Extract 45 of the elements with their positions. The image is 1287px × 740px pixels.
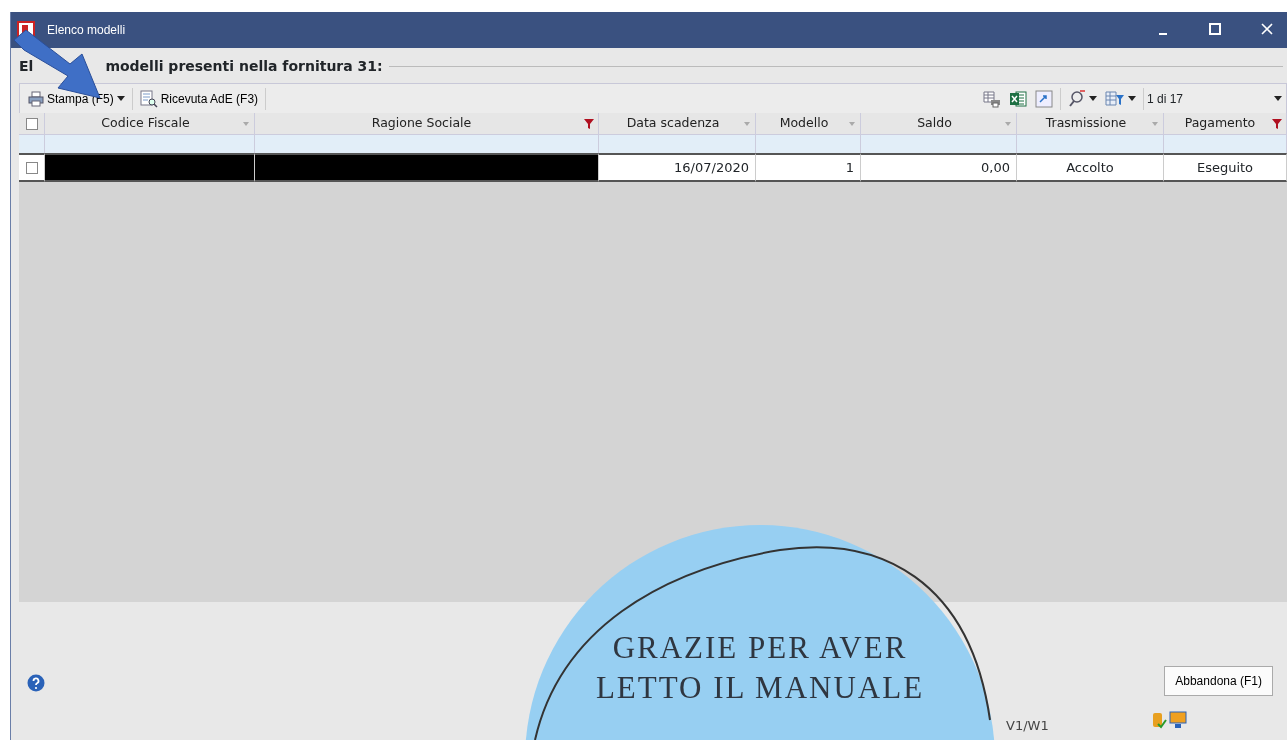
close-icon xyxy=(1261,22,1273,35)
page-indicator: 1 di 17 xyxy=(1147,90,1185,108)
table-cell: Accolto xyxy=(1017,153,1164,182)
overlay-text: GRAZIE PER AVER LETTO IL MANUALE xyxy=(594,629,926,707)
filter-cell[interactable] xyxy=(1017,135,1164,153)
checkbox[interactable] xyxy=(25,161,38,174)
column-header[interactable]: Trasmissione xyxy=(1017,113,1164,135)
status-icons-drawing xyxy=(1151,710,1187,730)
table-cell: Eseguito xyxy=(1164,153,1287,182)
cancel-button[interactable]: Abbandona (F1) xyxy=(1164,666,1273,696)
table-cell: 1 xyxy=(756,153,861,182)
filter-cell[interactable] xyxy=(861,135,1017,153)
column-header[interactable]: Codice Fiscale xyxy=(45,113,255,135)
document-magnifier-icon xyxy=(139,89,158,108)
table-cell: 16/07/2020 xyxy=(599,153,756,182)
toolbar-button[interactable]: Ricevuta AdE (F3) xyxy=(135,87,263,110)
search-icon xyxy=(1068,89,1086,108)
export-window-icon xyxy=(1035,89,1053,108)
column-header[interactable]: Saldo xyxy=(861,113,1017,135)
column-header[interactable]: Modello xyxy=(756,113,861,135)
group-title: modelli presenti nella fornitura 31: xyxy=(105,57,383,76)
spreadsheet-icon xyxy=(1009,89,1027,108)
column-header[interactable]: Ragione Sociale xyxy=(255,113,599,135)
maximize-icon xyxy=(1209,22,1221,35)
minimize-icon xyxy=(1159,32,1167,35)
column-header[interactable]: Data scadenza xyxy=(599,113,756,135)
table-cell: 0,00 xyxy=(861,153,1017,182)
filter-cell[interactable] xyxy=(1164,135,1287,153)
group-title: El xyxy=(19,57,34,76)
help-icon[interactable] xyxy=(27,674,45,692)
column-header[interactable]: Pagamento xyxy=(1164,113,1287,135)
filter-cell[interactable] xyxy=(255,135,599,153)
filter-cell[interactable] xyxy=(756,135,861,153)
table-printer-icon xyxy=(983,89,1001,108)
caret-icon xyxy=(1274,96,1282,101)
filter-icon[interactable] xyxy=(1272,118,1282,129)
filter-icon[interactable] xyxy=(584,118,594,129)
columns-filter-icon xyxy=(1105,89,1125,108)
printer-icon xyxy=(28,90,44,107)
filter-cell[interactable] xyxy=(45,135,255,153)
filter-cell[interactable] xyxy=(19,135,45,153)
window-title: Elenco modelli xyxy=(47,22,127,39)
filter-cell[interactable] xyxy=(599,135,756,153)
checkbox[interactable] xyxy=(25,117,38,130)
version-label: V1/W1 xyxy=(1006,717,1049,735)
